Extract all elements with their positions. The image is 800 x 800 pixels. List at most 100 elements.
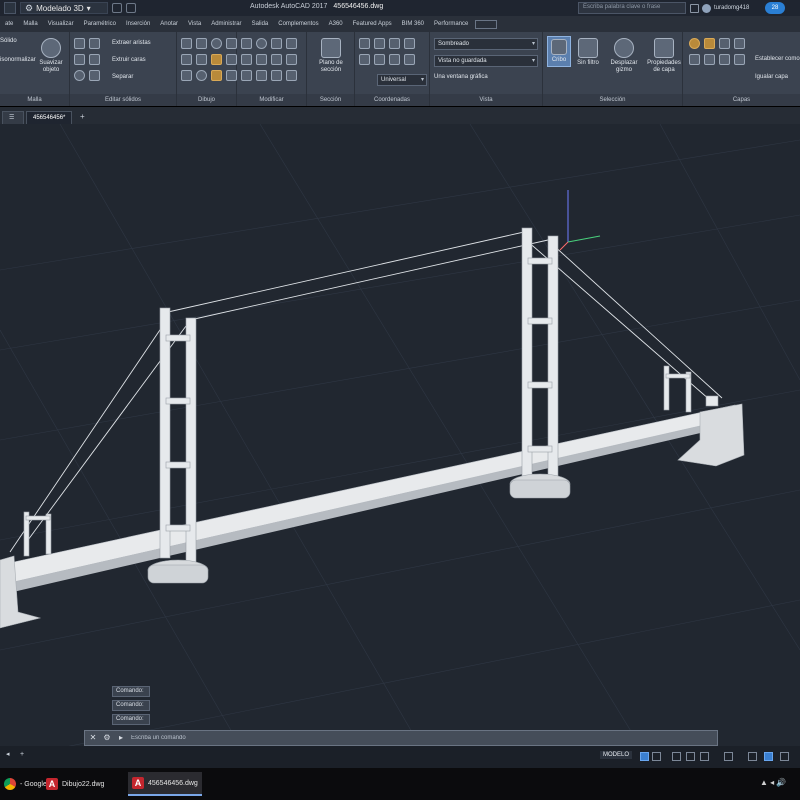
ucs-world-icon[interactable] — [374, 38, 385, 49]
offset-icon[interactable] — [271, 70, 282, 81]
search-input[interactable]: Escriba palabra clave o frase — [578, 2, 686, 14]
taper-icon[interactable] — [89, 54, 100, 65]
wrench-icon[interactable]: ⚙ — [101, 732, 113, 744]
ellipse-icon[interactable] — [196, 70, 207, 81]
layer-off-icon[interactable] — [689, 54, 700, 65]
lightbulb-icon[interactable] — [689, 38, 700, 49]
taskbar-dibujo[interactable]: A Dibujo22.dwg — [42, 772, 108, 796]
panel-title-seleccion[interactable]: Selección — [543, 94, 682, 106]
layer-properties-button[interactable]: Propiedades de capa — [645, 38, 683, 74]
annotation-scale-icon[interactable] — [724, 752, 733, 761]
helix-icon[interactable] — [211, 54, 222, 65]
tab-complementos[interactable]: Complementos — [273, 16, 323, 32]
tab-a360[interactable]: A360 — [324, 16, 348, 32]
ucs-icon[interactable] — [559, 190, 601, 251]
ortho-toggle-icon[interactable] — [672, 752, 681, 761]
ucs-object-icon[interactable] — [404, 54, 415, 65]
color-swatch-icon[interactable] — [734, 38, 745, 49]
polygon-icon[interactable] — [226, 54, 237, 65]
separate-button[interactable]: Separar — [112, 74, 133, 80]
doc-tab-456546456[interactable]: 456546456* — [26, 111, 73, 124]
hatch-icon[interactable] — [181, 70, 192, 81]
arc-icon[interactable] — [226, 38, 237, 49]
close-icon[interactable]: ✕ — [87, 732, 99, 744]
tab-administrar[interactable]: Administrar — [206, 16, 246, 32]
lock-icon[interactable] — [719, 38, 730, 49]
panel-title-dibujo[interactable]: Dibujo — [177, 94, 236, 106]
cull-button[interactable]: Cribo — [547, 36, 571, 67]
shell-icon[interactable] — [89, 70, 100, 81]
start-tab[interactable]: ☰ — [2, 111, 24, 124]
ucs-z-icon[interactable] — [374, 54, 385, 65]
panel-title-modificar[interactable]: Modificar — [237, 94, 306, 106]
model-space-canvas[interactable] — [0, 124, 800, 746]
named-view-dropdown[interactable]: Vista no guardada — [434, 55, 538, 67]
notification-badge[interactable]: 28 — [765, 2, 785, 14]
subtract-icon[interactable] — [74, 54, 85, 65]
circle-icon[interactable] — [211, 38, 222, 49]
smooth-object-button[interactable]: Suavizar objeto — [36, 38, 66, 74]
tab-bim360[interactable]: BIM 360 — [397, 16, 429, 32]
move-icon[interactable] — [241, 38, 252, 49]
no-filter-button[interactable]: Sin filtro — [573, 38, 603, 67]
layout-tab-prev[interactable]: ◂ — [6, 749, 10, 761]
ucs-icon[interactable] — [359, 38, 370, 49]
extend-icon[interactable] — [286, 38, 297, 49]
panel-title-seccion[interactable]: Sección — [307, 94, 354, 106]
drawing-viewport[interactable] — [0, 124, 800, 746]
union-icon[interactable] — [74, 38, 85, 49]
array-icon[interactable] — [286, 54, 297, 65]
panel-title-vista[interactable]: Vista — [430, 94, 542, 106]
tab-parametrico[interactable]: Paramétrico — [79, 16, 121, 32]
ucs-dropdown[interactable]: Universal — [377, 74, 427, 86]
add-layout-button[interactable]: + — [20, 749, 24, 761]
mirror-icon[interactable] — [256, 54, 267, 65]
extract-edges-button[interactable]: Extraer aristas — [112, 40, 151, 46]
workspace-switch-icon[interactable] — [748, 752, 757, 761]
model-space-toggle[interactable]: MODELO — [600, 751, 633, 759]
taskbar-acad-active[interactable]: A 456546456.dwg — [128, 772, 202, 796]
bridge-deck[interactable] — [0, 404, 736, 595]
tab-vista[interactable]: Vista — [183, 16, 206, 32]
save-icon[interactable] — [112, 3, 122, 13]
rectangle-icon[interactable] — [196, 54, 207, 65]
polar-toggle-icon[interactable] — [686, 752, 695, 761]
binoculars-icon[interactable] — [690, 3, 699, 13]
isonormalize-label[interactable]: isonormalizar — [0, 57, 36, 63]
line-icon[interactable] — [181, 38, 192, 49]
viewport-config-button[interactable]: Una ventana gráfica — [434, 74, 488, 80]
panel-title-capas[interactable]: Capas — [683, 94, 800, 106]
ribbon-toggle-icon[interactable] — [475, 19, 498, 29]
pencil-icon[interactable] — [211, 70, 222, 81]
point-icon[interactable] — [226, 70, 237, 81]
tab-inicio[interactable]: ate — [0, 16, 18, 32]
command-input[interactable] — [131, 732, 717, 744]
sun-icon[interactable] — [704, 38, 715, 49]
customize-menu-icon[interactable] — [780, 752, 789, 761]
tab-insercion[interactable]: Inserción — [121, 16, 155, 32]
visual-style-dropdown[interactable]: Sombreado — [434, 38, 538, 50]
sign-in[interactable]: turadomg418 — [690, 2, 749, 14]
autocad-logo-icon[interactable] — [4, 2, 16, 14]
tab-malla[interactable]: Malla — [18, 16, 42, 32]
solid-label[interactable]: Sólido — [0, 38, 17, 44]
workspace-selector[interactable]: ⚙ Modelado 3D ▾ — [20, 2, 108, 14]
user-name[interactable]: turadomg418 — [714, 5, 749, 11]
ucs-y-icon[interactable] — [404, 38, 415, 49]
system-tray-icons[interactable]: ▲ ◂ 🔊 — [760, 778, 786, 787]
ucs-view-icon[interactable] — [389, 54, 400, 65]
copy-icon[interactable] — [241, 54, 252, 65]
panel-title-coordenadas[interactable]: Coordenadas — [355, 94, 429, 106]
match-layer-button[interactable]: Igualar capa — [755, 74, 788, 80]
section-plane-button[interactable]: Plano de sección — [313, 38, 349, 74]
tab-salida[interactable]: Salida — [247, 16, 274, 32]
trim-icon[interactable] — [271, 38, 282, 49]
scale-icon[interactable] — [256, 70, 267, 81]
undo-icon[interactable] — [126, 3, 136, 13]
set-current-button[interactable]: Establecer como — [755, 56, 800, 62]
ucs-x-icon[interactable] — [389, 38, 400, 49]
stretch-icon[interactable] — [241, 70, 252, 81]
spline-icon[interactable] — [181, 54, 192, 65]
erase-icon[interactable] — [286, 70, 297, 81]
layer-walk-icon[interactable] — [734, 54, 745, 65]
